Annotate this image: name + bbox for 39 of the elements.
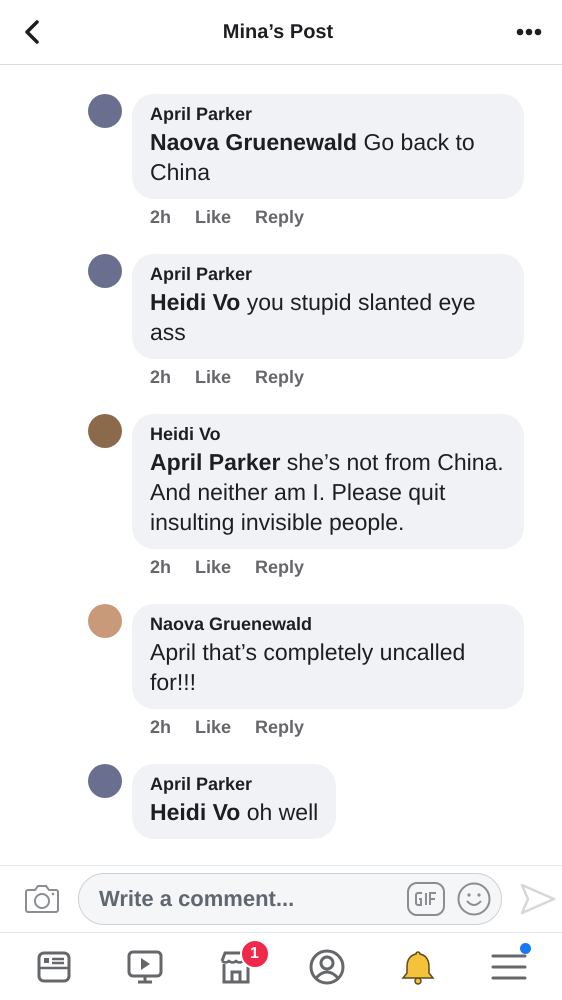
back-icon[interactable]: [24, 20, 40, 44]
video-icon[interactable]: [126, 948, 162, 984]
emoji-icon[interactable]: [457, 882, 491, 916]
avatar[interactable]: [88, 254, 122, 288]
comment-author[interactable]: Naova Gruenewald: [150, 614, 506, 635]
comment-author[interactable]: Heidi Vo: [150, 424, 506, 445]
like-link[interactable]: Like: [195, 367, 232, 388]
post-title: Mina’s Post: [222, 20, 334, 44]
profile-icon[interactable]: [308, 948, 344, 984]
comment-time: 2h: [150, 557, 172, 578]
bell-icon[interactable]: [400, 948, 436, 984]
reply-link[interactable]: Reply: [255, 717, 304, 738]
comment-text: April Parker she’s not from China. And neither am I. Please quit insulting invisible people.: [150, 448, 505, 537]
comment-author[interactable]: April Parker: [150, 104, 506, 125]
camera-icon[interactable]: [24, 883, 60, 915]
comment-text: Naova Gruenewald Go back to China: [150, 128, 476, 187]
reply-link[interactable]: Reply: [255, 367, 304, 388]
comment-time: 2h: [150, 717, 172, 738]
gif-icon[interactable]: [407, 882, 445, 916]
reply-link[interactable]: Reply: [255, 207, 304, 228]
comment-time: 2h: [150, 367, 172, 388]
like-link[interactable]: Like: [195, 717, 232, 738]
comment-text: April that’s completely uncalled for!!!: [150, 638, 466, 697]
comment-text: Heidi Vo oh well: [150, 798, 318, 827]
reply-link[interactable]: Reply: [255, 557, 304, 578]
avatar[interactable]: [88, 604, 122, 638]
comment-author[interactable]: April Parker: [150, 774, 318, 795]
comment-author[interactable]: April Parker: [150, 264, 506, 285]
comment-time: 2h: [150, 207, 172, 228]
avatar[interactable]: [88, 764, 122, 798]
avatar[interactable]: [88, 94, 122, 128]
comment-text: Heidi Vo you stupid slanted eye ass: [150, 288, 477, 347]
notification-badge: 1: [240, 938, 270, 968]
comment-field[interactable]: Write a comment...: [78, 873, 502, 925]
more-icon[interactable]: [516, 28, 542, 36]
like-link[interactable]: Like: [195, 207, 232, 228]
avatar[interactable]: [88, 414, 122, 448]
like-link[interactable]: Like: [195, 557, 232, 578]
feed-icon[interactable]: [36, 948, 72, 984]
